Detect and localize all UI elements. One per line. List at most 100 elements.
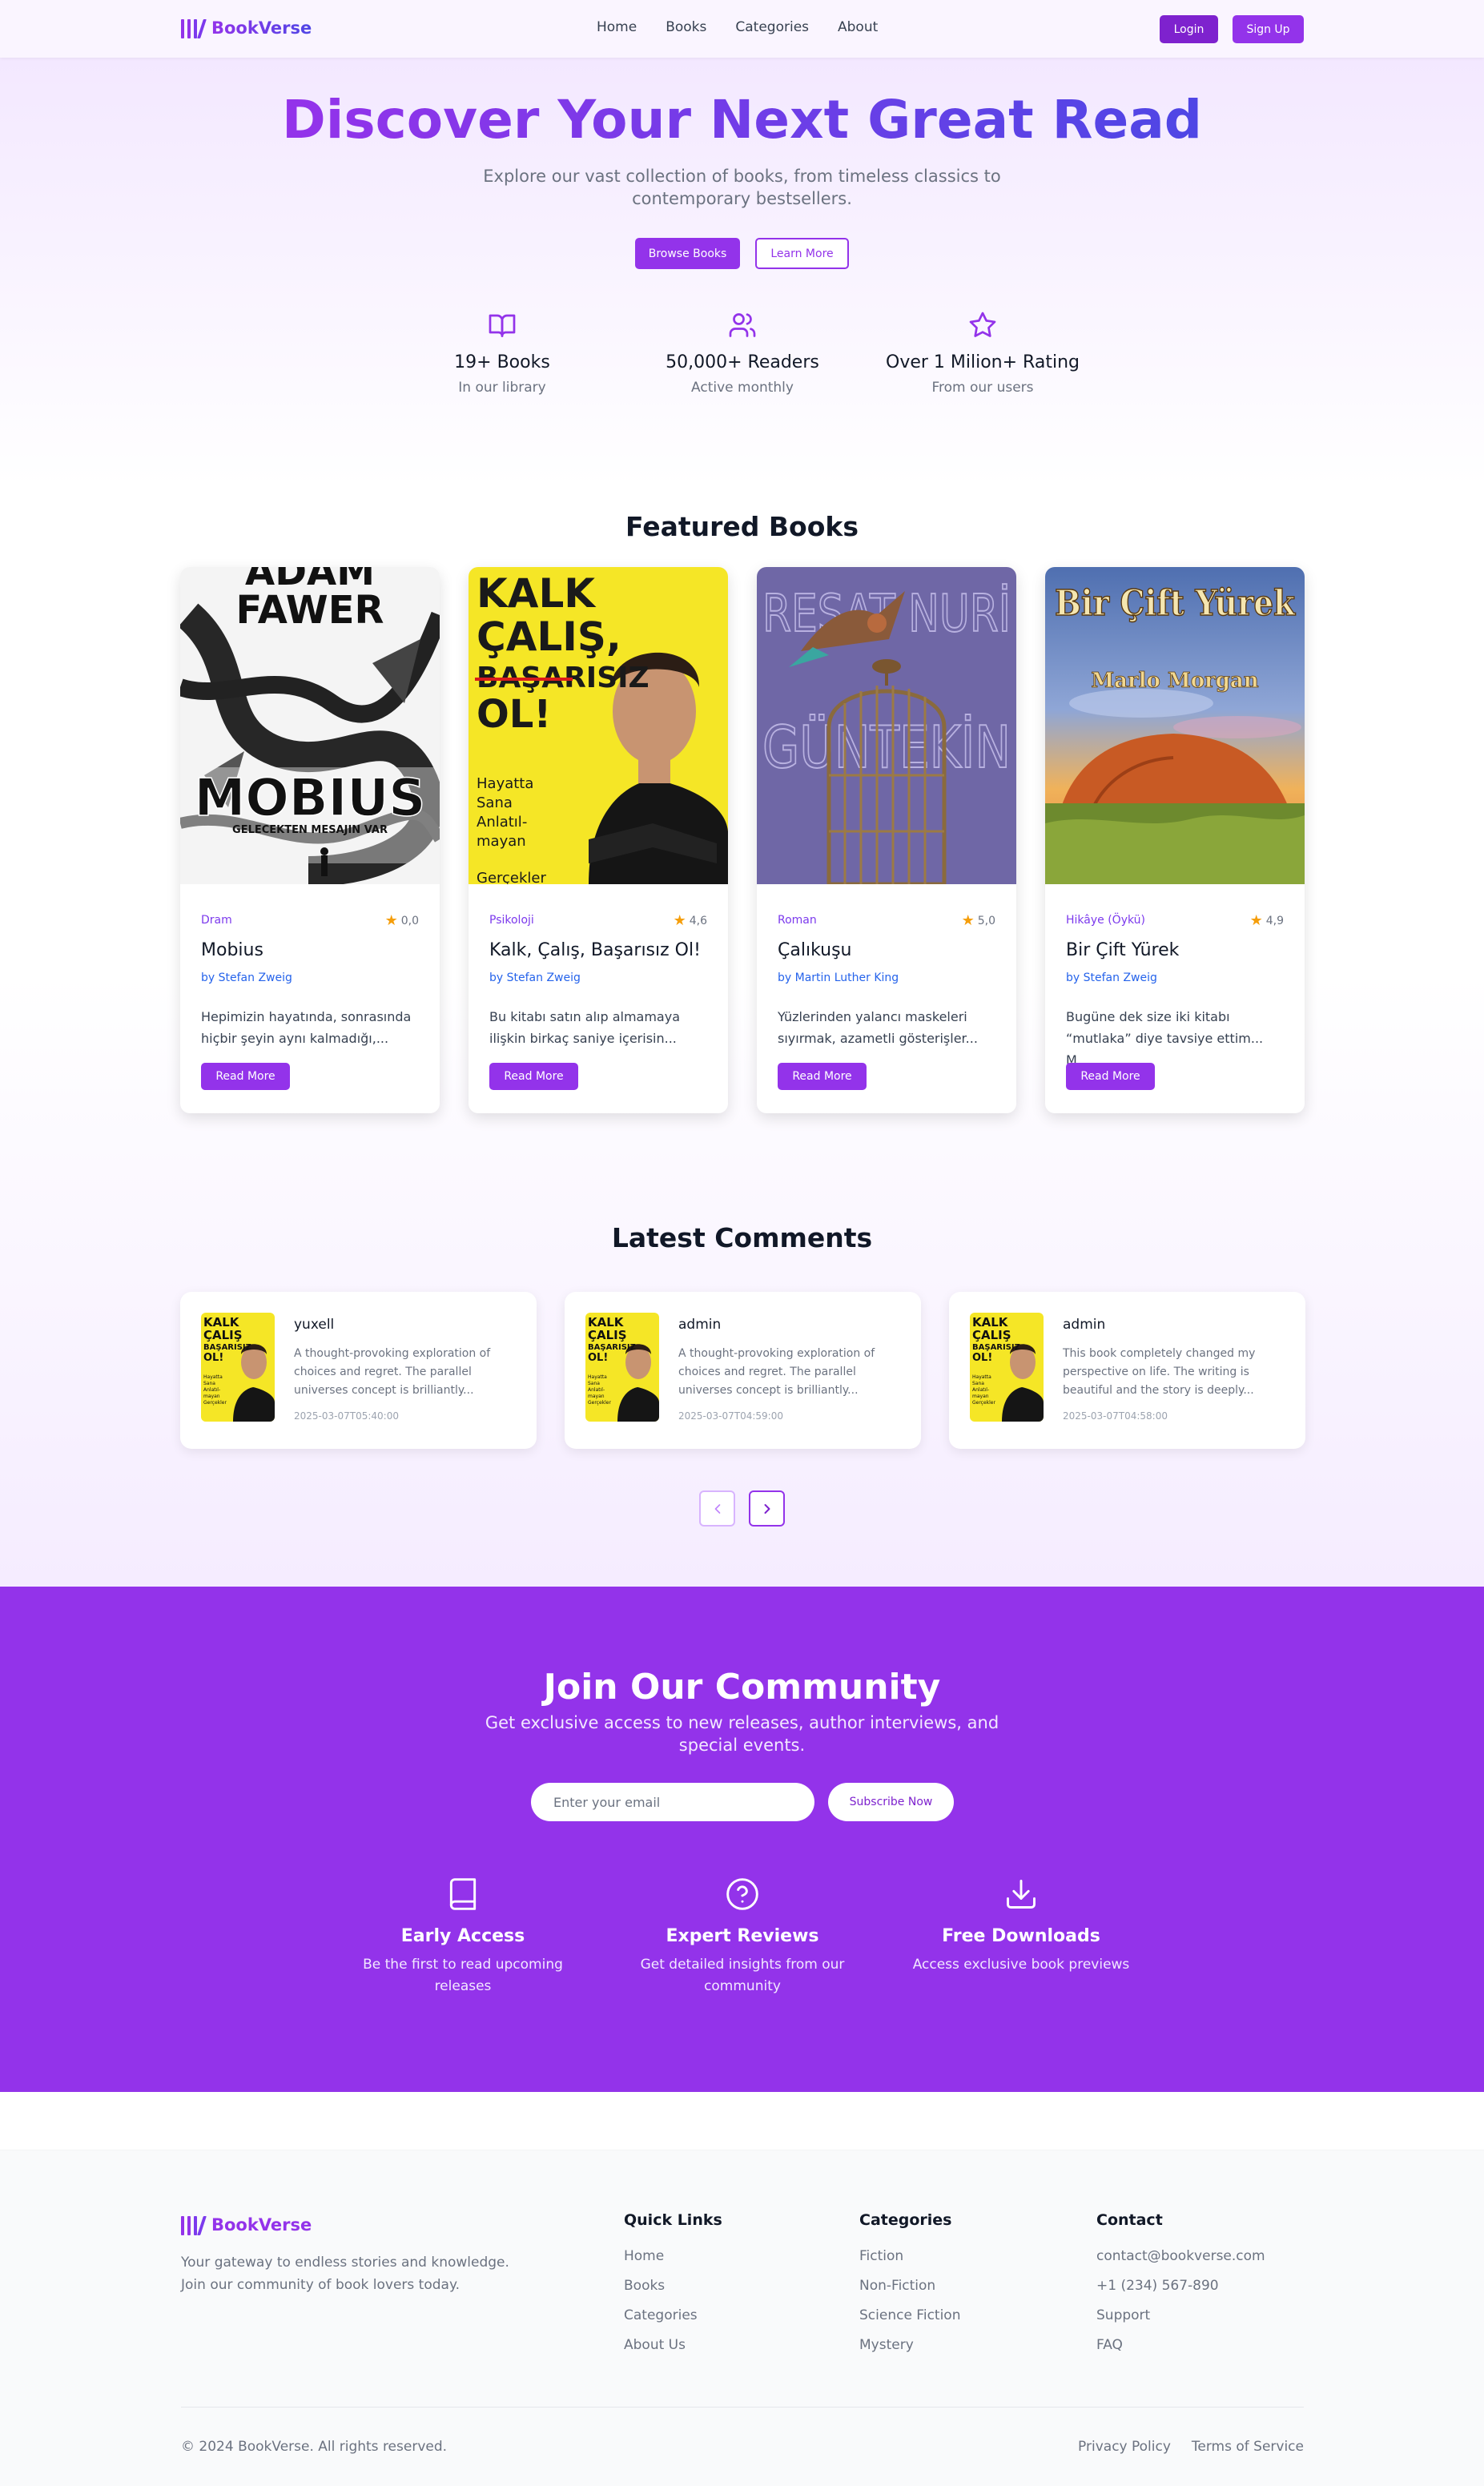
book-card[interactable]: ADAM FAWER MOBIUS GELECEKTEN MESAJIN VAR… bbox=[180, 567, 440, 1113]
stat-value: 50,000+ Readers bbox=[666, 352, 819, 372]
footer-link-mystery[interactable]: Mystery bbox=[859, 2337, 960, 2353]
book-author[interactable]: by Stefan Zweig bbox=[201, 971, 292, 984]
thumb-line: BAŞARISIZ bbox=[588, 1343, 636, 1352]
footer-categories: Categories Fiction Non-Fiction Science F… bbox=[859, 2211, 960, 2367]
learn-more-button[interactable]: Learn More bbox=[755, 238, 849, 269]
privacy-policy-link[interactable]: Privacy Policy bbox=[1078, 2439, 1171, 2455]
comment-card[interactable]: KALK ÇALIŞ BAŞARISIZ OL! Hayatta Sana An… bbox=[949, 1292, 1305, 1449]
book-cover[interactable]: Bir Çift Yürek Marlo Morgan bbox=[1045, 567, 1305, 884]
footer-link-support[interactable]: Support bbox=[1096, 2307, 1265, 2323]
book-description: Bugüne dek size iki kitabı “mutlaka” diy… bbox=[1066, 1009, 1264, 1068]
cover-title: Bir Çift Yürek bbox=[1055, 583, 1296, 624]
thumb-line: mayan bbox=[588, 1394, 605, 1399]
thumb-line: Hayatta bbox=[203, 1374, 223, 1380]
stat-label: In our library bbox=[458, 380, 546, 396]
book-title[interactable]: Çalıkuşu bbox=[778, 940, 851, 960]
comment-text: A thought-provoking exploration of choic… bbox=[294, 1347, 491, 1397]
email-input[interactable] bbox=[531, 1783, 814, 1821]
book-title[interactable]: Mobius bbox=[201, 940, 263, 960]
feature-title: Early Access bbox=[400, 1926, 525, 1946]
nav-about[interactable]: About bbox=[838, 19, 878, 35]
community-subtitle: Get exclusive access to new releases, au… bbox=[485, 1713, 999, 1755]
rating-value: 5,0 bbox=[977, 914, 995, 927]
cover-line: KALK bbox=[477, 570, 597, 617]
subscribe-button[interactable]: Subscribe Now bbox=[828, 1783, 954, 1821]
nav-home[interactable]: Home bbox=[597, 19, 637, 35]
footer-link-categories[interactable]: Categories bbox=[624, 2307, 722, 2323]
footer-divider bbox=[181, 2407, 1304, 2408]
comment-card[interactable]: KALK ÇALIŞ BAŞARISIZ OL! Hayatta Sana An… bbox=[565, 1292, 921, 1449]
footer-link-books[interactable]: Books bbox=[624, 2278, 722, 2294]
footer-brand-name: BookVerse bbox=[211, 2215, 312, 2235]
book-author[interactable]: by Stefan Zweig bbox=[489, 971, 581, 984]
footer-link-home[interactable]: Home bbox=[624, 2248, 722, 2264]
nav-books[interactable]: Books bbox=[666, 19, 706, 35]
read-more-button[interactable]: Read More bbox=[489, 1063, 578, 1090]
browse-books-button[interactable]: Browse Books bbox=[635, 238, 740, 269]
stat-rating: Over 1 Milion+ Rating From our users bbox=[879, 311, 1087, 396]
next-page-button[interactable] bbox=[749, 1490, 785, 1527]
signup-button[interactable]: Sign Up bbox=[1233, 15, 1304, 43]
read-more-button[interactable]: Read More bbox=[778, 1063, 867, 1090]
thumb-line: mayan bbox=[203, 1394, 220, 1399]
thumb-line: OL! bbox=[972, 1352, 992, 1364]
rating-star-icon: ★ bbox=[384, 912, 398, 929]
comment-date: 2025-03-07T04:59:00 bbox=[678, 1410, 783, 1422]
book-author[interactable]: by Stefan Zweig bbox=[1066, 971, 1157, 984]
stat-readers: 50,000+ Readers Active monthly bbox=[638, 311, 847, 396]
thumb-line: mayan bbox=[972, 1394, 989, 1399]
footer: BookVerse Your gateway to endless storie… bbox=[0, 2150, 1484, 2486]
comment-book-thumbnail[interactable]: KALK ÇALIŞ BAŞARISIZ OL! Hayatta Sana An… bbox=[201, 1313, 275, 1422]
footer-contact: Contact contact@bookverse.com +1 (234) 5… bbox=[1096, 2211, 1265, 2367]
read-more-button[interactable]: Read More bbox=[201, 1063, 290, 1090]
library-icon bbox=[181, 18, 207, 38]
thumb-line: Anlatıl- bbox=[203, 1387, 220, 1393]
thumb-line: Sana bbox=[588, 1381, 600, 1386]
book-cover[interactable]: ADAM FAWER MOBIUS GELECEKTEN MESAJIN VAR bbox=[180, 567, 440, 884]
footer-link-about[interactable]: About Us bbox=[624, 2337, 722, 2353]
book-cover[interactable]: KALK ÇALIŞ, BAŞARISIZ OL! Hayatta Sana A… bbox=[469, 567, 728, 884]
book-card[interactable]: Bir Çift Yürek Marlo Morgan Hikâye (Öykü… bbox=[1045, 567, 1305, 1113]
footer-link-non-fiction[interactable]: Non-Fiction bbox=[859, 2278, 960, 2294]
cover-line: Anlatıl- bbox=[477, 814, 527, 831]
thumb-line: Gerçekler bbox=[972, 1400, 995, 1406]
terms-of-service-link[interactable]: Terms of Service bbox=[1192, 2439, 1304, 2455]
feature-title: Expert Reviews bbox=[666, 1926, 819, 1946]
star-icon bbox=[969, 312, 996, 337]
book-title[interactable]: Bir Çift Yürek bbox=[1066, 940, 1179, 960]
book-cover[interactable]: REŞAT NURİ GÜNTEKİN bbox=[757, 567, 1016, 884]
book-card[interactable]: REŞAT NURİ GÜNTEKİN Roman ★5,0 Çalıkuşu … bbox=[757, 567, 1016, 1113]
comment-book-thumbnail[interactable]: KALK ÇALIŞ BAŞARISIZ OL! Hayatta Sana An… bbox=[970, 1313, 1044, 1422]
comment-user: admin bbox=[678, 1317, 722, 1333]
book-rating: ★ 4,9 bbox=[1250, 912, 1284, 929]
footer-contact-phone[interactable]: +1 (234) 567-890 bbox=[1096, 2278, 1265, 2294]
footer-logo[interactable]: BookVerse bbox=[181, 2214, 312, 2235]
help-circle-icon bbox=[726, 1878, 758, 1910]
thumb-line: Hayatta bbox=[972, 1374, 991, 1380]
book-title[interactable]: Kalk, Çalış, Başarısız Ol! bbox=[489, 940, 701, 960]
footer-link-science-fiction[interactable]: Science Fiction bbox=[859, 2307, 960, 2323]
book-card[interactable]: KALK ÇALIŞ, BAŞARISIZ OL! Hayatta Sana A… bbox=[469, 567, 728, 1113]
brand-logo[interactable]: BookVerse bbox=[181, 18, 312, 38]
hero-title: Discover Your Next Great Read bbox=[0, 88, 1484, 152]
feature-description: Be the first to read upcoming releases bbox=[363, 1957, 563, 1994]
footer-link-faq[interactable]: FAQ bbox=[1096, 2337, 1265, 2353]
read-more-button[interactable]: Read More bbox=[1066, 1063, 1155, 1090]
prev-page-button[interactable] bbox=[699, 1490, 735, 1527]
comment-date: 2025-03-07T05:40:00 bbox=[294, 1410, 399, 1422]
nav-categories[interactable]: Categories bbox=[735, 19, 809, 35]
comment-book-thumbnail[interactable]: KALK ÇALIŞ BAŞARISIZ OL! Hayatta Sana An… bbox=[585, 1313, 659, 1422]
book-author[interactable]: by Martin Luther King bbox=[778, 971, 899, 984]
book-rating: ★ 0,0 bbox=[385, 912, 419, 929]
cover-title: MOBIUS bbox=[195, 769, 426, 828]
thumb-line: Sana bbox=[203, 1381, 215, 1386]
rating-value: 4,6 bbox=[689, 914, 707, 927]
footer-contact-email[interactable]: contact@bookverse.com bbox=[1096, 2248, 1265, 2264]
comment-card[interactable]: KALK ÇALIŞ BAŞARISIZ OL! Hayatta Sana An… bbox=[180, 1292, 537, 1449]
footer-link-fiction[interactable]: Fiction bbox=[859, 2248, 960, 2264]
users-icon bbox=[729, 313, 756, 337]
login-button[interactable]: Login bbox=[1160, 15, 1218, 43]
cover-line: mayan bbox=[477, 833, 526, 850]
thumb-line: Anlatıl- bbox=[972, 1387, 989, 1393]
cover-author: Marlo Morgan bbox=[1091, 669, 1258, 693]
